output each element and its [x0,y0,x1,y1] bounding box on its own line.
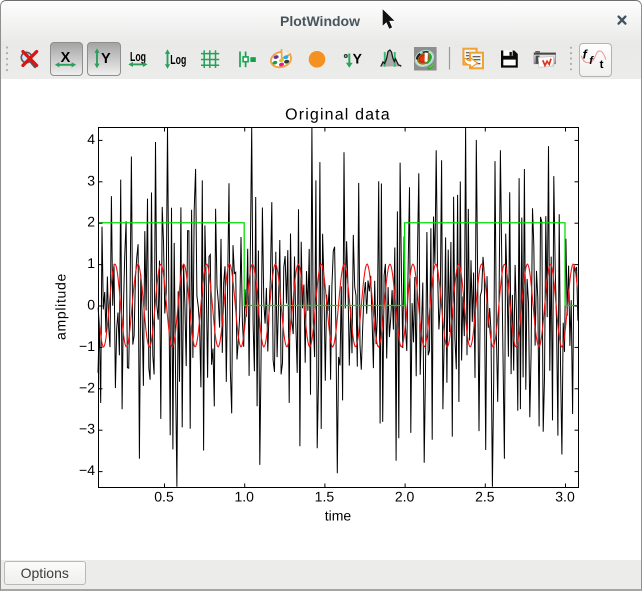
svg-text:X: X [61,50,71,66]
svg-text:−1: −1 [79,338,95,354]
svg-text:−2: −2 [79,379,95,395]
svg-text:f: f [583,48,589,62]
svg-text:0: 0 [87,297,95,313]
svg-text:4: 4 [87,131,95,147]
svg-text:2.5: 2.5 [475,489,495,505]
svg-text:3: 3 [87,172,95,188]
svg-text:f: f [589,55,594,67]
svg-text:3.0: 3.0 [555,489,575,505]
svg-text:t: t [600,59,604,71]
svg-text:time: time [325,508,352,524]
svg-text:−3: −3 [79,421,95,437]
svg-text:Original data: Original data [285,107,391,124]
svg-text:1.5: 1.5 [315,489,335,505]
svg-text:2.0: 2.0 [395,489,415,505]
svg-text:Y: Y [353,51,363,67]
svg-text:1: 1 [87,255,95,271]
svg-text:0.5: 0.5 [154,489,174,505]
svg-text:Y: Y [101,51,111,67]
svg-text:2: 2 [87,214,95,230]
svg-text:1.0: 1.0 [234,489,254,505]
svg-text:amplitude: amplitude [53,273,69,340]
svg-text:Log: Log [170,52,186,67]
svg-text:Log: Log [130,49,146,64]
svg-text:−4: −4 [79,462,95,478]
